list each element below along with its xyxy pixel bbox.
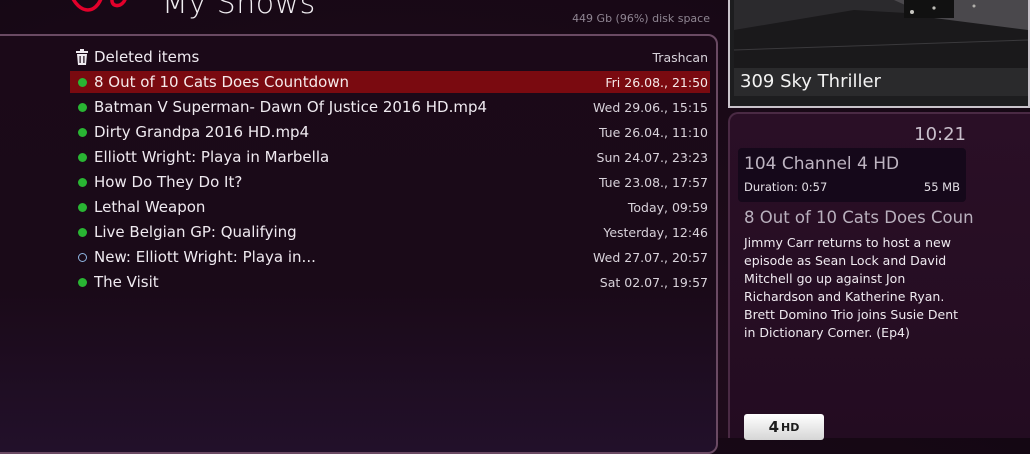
recording-date: Sat 02.07., 19:57 xyxy=(599,274,708,290)
recording-name: Live Belgian GP: Qualifying xyxy=(94,223,297,241)
watched-dot-icon xyxy=(77,177,87,187)
preview-channel-label: 309 Sky Thriller xyxy=(734,68,1028,96)
recording-row[interactable]: The Visit Sat 02.07., 19:57 xyxy=(70,271,710,293)
recording-name: The Visit xyxy=(94,273,159,291)
recording-row[interactable]: Live Belgian GP: Qualifying Yesterday, 1… xyxy=(70,221,710,243)
recording-date: Sun 24.07., 23:23 xyxy=(596,149,708,165)
recording-name: Lethal Weapon xyxy=(94,198,206,216)
recording-row[interactable]: How Do They Do It? Tue 23.08., 17:57 xyxy=(70,171,710,193)
recording-date: Tue 23.08., 17:57 xyxy=(598,174,708,190)
watched-dot-icon xyxy=(77,202,87,212)
header: My Shows 449 Gb (96%) disk space xyxy=(0,0,718,34)
watched-dot-icon xyxy=(77,127,87,137)
disk-space-label: 449 Gb (96%) disk space xyxy=(572,12,710,25)
side-panel: 309 Sky Thriller 10:21 104 Channel 4 HD … xyxy=(728,0,1030,440)
preview-video xyxy=(734,0,1028,68)
recording-name: New: Elliott Wright: Playa in... xyxy=(94,248,316,266)
recording-name: Batman V Superman- Dawn Of Justice 2016 … xyxy=(94,98,488,116)
recording-date: Wed 27.07., 20:57 xyxy=(593,249,708,265)
watched-dot-icon xyxy=(77,102,87,112)
recording-date: Tue 26.04., 11:10 xyxy=(598,124,708,140)
recording-date: Fri 26.08., 21:50 xyxy=(605,74,708,90)
recording-row-trashcan[interactable]: Deleted items Trashcan xyxy=(70,46,710,68)
recording-date: Wed 29.06., 15:15 xyxy=(593,99,708,115)
channel-name: 104 Channel 4 HD xyxy=(744,154,900,174)
recording-row[interactable]: Elliott Wright: Playa in Marbella Sun 24… xyxy=(70,146,710,168)
recording-name: Deleted items xyxy=(94,48,200,66)
channel-info-box: 104 Channel 4 HD Duration: 0:57 55 MB xyxy=(738,148,966,202)
trash-icon xyxy=(70,49,94,65)
recording-name: Dirty Grandpa 2016 HD.mp4 xyxy=(94,123,310,141)
channel4-hd-icon: 4 HD xyxy=(744,414,824,440)
recording-date: Yesterday, 12:46 xyxy=(603,224,708,240)
brand-logo-icon xyxy=(71,0,127,12)
recording-row-selected[interactable]: 8 Out of 10 Cats Does Countdown Fri 26.0… xyxy=(70,71,710,93)
recording-row[interactable]: Dirty Grandpa 2016 HD.mp4 Tue 26.04., 11… xyxy=(70,121,710,143)
recording-name: 8 Out of 10 Cats Does Countdown xyxy=(94,73,350,91)
recording-date: Trashcan xyxy=(652,49,709,65)
recording-name: Elliott Wright: Playa in Marbella xyxy=(94,148,330,166)
watched-dot-icon xyxy=(77,77,87,87)
hd-badge-label: HD xyxy=(781,420,800,434)
recording-date: Today, 09:59 xyxy=(627,199,708,215)
recording-row[interactable]: New: Elliott Wright: Playa in... Wed 27.… xyxy=(70,246,710,268)
recording-name: How Do They Do It? xyxy=(94,173,243,191)
live-preview[interactable]: 309 Sky Thriller xyxy=(728,0,1030,108)
clock: 10:21 xyxy=(914,124,966,145)
program-info-panel: 10:21 104 Channel 4 HD Duration: 0:57 55… xyxy=(728,112,1030,440)
watched-dot-icon xyxy=(77,277,87,287)
recording-row[interactable]: Batman V Superman- Dawn Of Justice 2016 … xyxy=(70,96,710,118)
new-ring-icon xyxy=(77,252,87,262)
watched-dot-icon xyxy=(77,227,87,237)
page-title: My Shows xyxy=(162,0,316,21)
watched-dot-icon xyxy=(77,152,87,162)
recording-row[interactable]: Lethal Weapon Today, 09:59 xyxy=(70,196,710,218)
program-title: 8 Out of 10 Cats Does Coun xyxy=(744,208,974,227)
file-size: 55 MB xyxy=(923,180,960,194)
program-description: Jimmy Carr returns to host a new episode… xyxy=(744,235,959,340)
duration-label: Duration: 0:57 xyxy=(744,180,828,194)
